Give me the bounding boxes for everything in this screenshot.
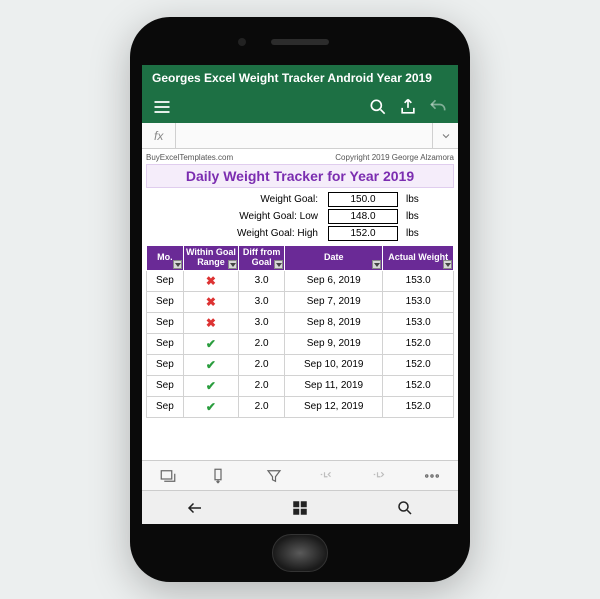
goal-value[interactable]: 150.0 — [328, 192, 398, 207]
weight-table: Mo. Within Goal Range Diff from Goal Dat… — [146, 245, 454, 418]
cell-within[interactable]: ✔ — [183, 375, 238, 396]
table-row[interactable]: Sep ✖ 3.0Sep 8, 2019153.0 — [147, 312, 454, 333]
table-row[interactable]: Sep ✖ 3.0Sep 7, 2019153.0 — [147, 291, 454, 312]
overflow-icon[interactable] — [423, 467, 441, 485]
cell-diff[interactable]: 2.0 — [239, 375, 285, 396]
cell-diff[interactable]: 2.0 — [239, 396, 285, 417]
cell-actual[interactable]: 153.0 — [383, 312, 454, 333]
sheet-copyright: Copyright 2019 George Alzamora — [335, 153, 454, 162]
goal-low-label: Weight Goal: Low — [156, 209, 322, 224]
hamburger-icon[interactable] — [152, 97, 172, 117]
col-mo: Mo. — [157, 252, 173, 262]
cell-mo[interactable]: Sep — [147, 333, 184, 354]
cell-diff[interactable]: 2.0 — [239, 333, 285, 354]
cell-actual[interactable]: 153.0 — [383, 270, 454, 291]
formula-bar: fx — [142, 123, 458, 149]
cell-diff[interactable]: 3.0 — [239, 291, 285, 312]
table-row[interactable]: Sep ✔ 2.0Sep 11, 2019152.0 — [147, 375, 454, 396]
formula-expand-icon[interactable] — [432, 123, 458, 148]
share-icon[interactable] — [398, 97, 418, 117]
cell-actual[interactable]: 152.0 — [383, 333, 454, 354]
phone-frame: Georges Excel Weight Tracker Android Yea… — [130, 17, 470, 582]
fx-label: fx — [142, 123, 176, 148]
cell-actual[interactable]: 152.0 — [383, 396, 454, 417]
goal-unit: lbs — [404, 192, 444, 207]
cell-mo[interactable]: Sep — [147, 291, 184, 312]
cell-within[interactable]: ✖ — [183, 312, 238, 333]
cell-within[interactable]: ✖ — [183, 291, 238, 312]
check-mark-icon: ✔ — [206, 358, 216, 372]
cell-mo[interactable]: Sep — [147, 396, 184, 417]
decrease-decimal-icon[interactable] — [317, 467, 335, 485]
cell-actual[interactable]: 153.0 — [383, 291, 454, 312]
windows-start-icon[interactable] — [291, 499, 309, 517]
increase-decimal-icon[interactable] — [370, 467, 388, 485]
goal-low-value[interactable]: 148.0 — [328, 209, 398, 224]
cell-mo[interactable]: Sep — [147, 270, 184, 291]
sheet-title: Daily Weight Tracker for Year 2019 — [146, 164, 454, 188]
check-mark-icon: ✔ — [206, 337, 216, 351]
cell-within[interactable]: ✔ — [183, 354, 238, 375]
cell-date[interactable]: Sep 8, 2019 — [285, 312, 383, 333]
goal-high-value[interactable]: 152.0 — [328, 226, 398, 241]
excel-tool-row — [142, 460, 458, 490]
formula-input[interactable] — [176, 123, 432, 148]
cell-diff[interactable]: 2.0 — [239, 354, 285, 375]
goals-section: Weight Goal: 150.0 lbs Weight Goal: Low … — [146, 192, 454, 245]
goal-high-label: Weight Goal: High — [156, 226, 322, 241]
goal-low-unit: lbs — [404, 209, 444, 224]
col-date: Date — [324, 252, 344, 262]
cell-within[interactable]: ✔ — [183, 333, 238, 354]
x-mark-icon: ✖ — [206, 274, 216, 288]
app-title: Georges Excel Weight Tracker Android Yea… — [142, 65, 458, 91]
cell-actual[interactable]: 152.0 — [383, 354, 454, 375]
worksheet: BuyExcelTemplates.com Copyright 2019 Geo… — [142, 149, 458, 460]
x-mark-icon: ✖ — [206, 316, 216, 330]
table-row[interactable]: Sep ✔ 2.0Sep 10, 2019152.0 — [147, 354, 454, 375]
cell-mo[interactable]: Sep — [147, 375, 184, 396]
phone-speaker — [271, 39, 329, 45]
nav-search-icon[interactable] — [396, 499, 414, 517]
cell-date[interactable]: Sep 7, 2019 — [285, 291, 383, 312]
cell-date[interactable]: Sep 11, 2019 — [285, 375, 383, 396]
cell-date[interactable]: Sep 9, 2019 — [285, 333, 383, 354]
filter-dropdown-icon[interactable] — [443, 260, 452, 269]
filter-dropdown-icon[interactable] — [173, 260, 182, 269]
screen: Georges Excel Weight Tracker Android Yea… — [142, 65, 458, 524]
check-mark-icon: ✔ — [206, 379, 216, 393]
goal-high-unit: lbs — [404, 226, 444, 241]
x-mark-icon: ✖ — [206, 295, 216, 309]
phone-camera — [238, 38, 246, 46]
table-row[interactable]: Sep ✖ 3.0Sep 6, 2019153.0 — [147, 270, 454, 291]
search-icon[interactable] — [368, 97, 388, 117]
sheet-tabs-icon[interactable] — [159, 467, 177, 485]
cell-mo[interactable]: Sep — [147, 354, 184, 375]
cell-date[interactable]: Sep 10, 2019 — [285, 354, 383, 375]
cell-actual[interactable]: 152.0 — [383, 375, 454, 396]
sheet-meta: BuyExcelTemplates.com Copyright 2019 Geo… — [146, 153, 454, 162]
phone-home-button[interactable] — [272, 534, 328, 572]
table-row[interactable]: Sep ✔ 2.0Sep 9, 2019152.0 — [147, 333, 454, 354]
check-mark-icon: ✔ — [206, 400, 216, 414]
cell-diff[interactable]: 3.0 — [239, 270, 285, 291]
back-icon[interactable] — [186, 499, 204, 517]
cell-within[interactable]: ✖ — [183, 270, 238, 291]
filter-icon[interactable] — [265, 467, 283, 485]
filter-dropdown-icon[interactable] — [228, 260, 237, 269]
cell-date[interactable]: Sep 12, 2019 — [285, 396, 383, 417]
cell-diff[interactable]: 3.0 — [239, 312, 285, 333]
sort-icon[interactable] — [212, 467, 230, 485]
cell-within[interactable]: ✔ — [183, 396, 238, 417]
filter-dropdown-icon[interactable] — [274, 260, 283, 269]
sheet-site: BuyExcelTemplates.com — [146, 153, 233, 162]
goal-label: Weight Goal: — [156, 192, 322, 207]
table-row[interactable]: Sep ✔ 2.0Sep 12, 2019152.0 — [147, 396, 454, 417]
windows-nav-bar — [142, 490, 458, 524]
app-toolbar — [142, 91, 458, 123]
undo-icon[interactable] — [428, 97, 448, 117]
filter-dropdown-icon[interactable] — [372, 260, 381, 269]
col-actual: Actual Weight — [388, 252, 448, 262]
cell-mo[interactable]: Sep — [147, 312, 184, 333]
cell-date[interactable]: Sep 6, 2019 — [285, 270, 383, 291]
